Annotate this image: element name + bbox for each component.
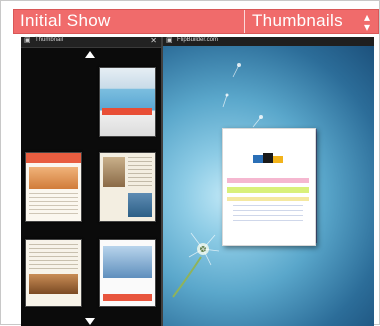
thumbnail-page[interactable] [99,152,156,222]
initial-show-label: Initial Show [20,11,111,30]
thumbnail-panel-titlebar: ▣ Thumbnail ✕ [21,36,161,48]
thumbnail-page[interactable] [99,67,156,137]
thumbnail-page[interactable] [25,152,82,222]
thumbnail-page[interactable] [99,239,156,307]
arrow-up-icon[interactable] [85,51,95,58]
book-cover-page[interactable] [222,128,316,246]
thumbnail-panel-icon: ▣ [24,37,31,44]
thumbnail-panel: ▣ Thumbnail ✕ [21,36,161,326]
settings-frame: Initial Show Thumbnails ▴ ▾ ▣ Thumbnail ✕… [0,0,380,326]
initial-show-setting: Initial Show Thumbnails ▴ ▾ [13,9,379,34]
chevron-updown-icon[interactable]: ▴ ▾ [364,11,370,33]
cover-text-lines [233,205,303,225]
book-viewer: ▣ FlipBuilder.com [163,37,374,326]
cover-stripe [227,187,309,193]
close-icon[interactable]: ✕ [150,36,157,45]
arrow-down-icon[interactable] [85,318,95,325]
cover-stripe [227,197,309,201]
header-divider [244,10,245,33]
cover-stripe [227,178,309,183]
book-logo [253,153,283,163]
thumbnail-panel-title: Thumbnail [35,37,64,43]
thumbnails-select[interactable]: Thumbnails [252,11,343,31]
thumbnail-page[interactable] [25,239,82,307]
